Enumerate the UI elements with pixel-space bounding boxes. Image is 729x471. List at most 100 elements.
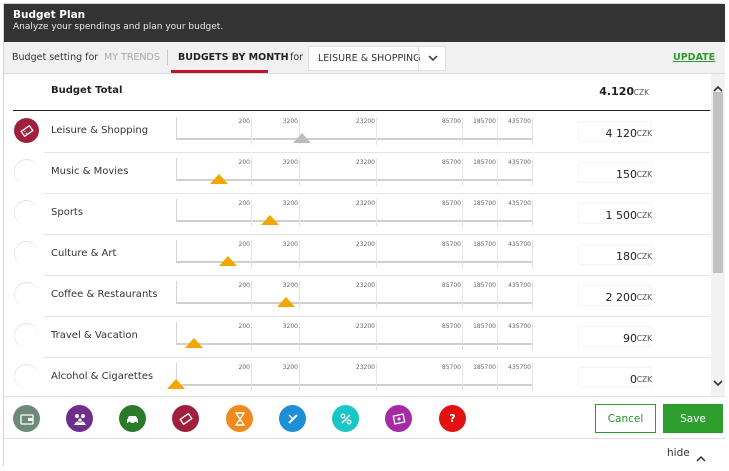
slider-start-tick bbox=[176, 240, 177, 262]
ticket-icon[interactable] bbox=[172, 405, 199, 432]
budget-slider[interactable]: 200 3200 23200 85700 185700 435700 bbox=[176, 276, 533, 317]
slider-tick-label: 85700 bbox=[441, 118, 461, 125]
slider-tick bbox=[376, 117, 377, 145]
slider-start-tick bbox=[176, 281, 177, 303]
slider-tick-label: 3200 bbox=[282, 282, 298, 289]
slider-tick bbox=[462, 158, 463, 186]
slider-tick bbox=[497, 158, 498, 186]
slider-tick bbox=[251, 158, 252, 186]
chevron-down-icon[interactable] bbox=[418, 47, 446, 70]
slider-tick bbox=[462, 363, 463, 391]
wallet-icon[interactable] bbox=[13, 405, 40, 432]
tab-bar: Budget setting for MY TRENDS BUDGETS BY … bbox=[4, 42, 725, 74]
category-icon-placeholder[interactable] bbox=[14, 364, 39, 389]
slider-tick-label: 200 bbox=[238, 282, 250, 289]
slider-tick-label: 23200 bbox=[355, 200, 375, 207]
slider-tick-label: 23200 bbox=[355, 364, 375, 371]
budget-slider[interactable]: 200 3200 23200 85700 185700 435700 bbox=[176, 112, 533, 153]
photo-icon[interactable] bbox=[385, 405, 412, 432]
hide-bar[interactable]: hide bbox=[4, 438, 725, 467]
slider-tick bbox=[462, 281, 463, 309]
slider-track[interactable] bbox=[176, 384, 532, 386]
slider-tick bbox=[251, 240, 252, 268]
slider-tick-label: 185700 bbox=[473, 241, 496, 248]
slider-handle[interactable] bbox=[185, 338, 203, 348]
scrollbar-thumb[interactable] bbox=[713, 92, 723, 273]
slider-tick-label: 435700 bbox=[508, 200, 531, 207]
cancel-button[interactable]: Cancel bbox=[595, 404, 656, 433]
slider-tick-label: 185700 bbox=[473, 364, 496, 371]
chevron-up-icon[interactable] bbox=[696, 448, 706, 467]
budget-slider[interactable]: 200 3200 23200 85700 185700 435700 bbox=[176, 153, 533, 194]
slider-track[interactable] bbox=[176, 302, 532, 304]
help-icon[interactable]: ? bbox=[439, 405, 466, 432]
tab-budgets-by-month[interactable]: BUDGETS BY MONTH bbox=[178, 42, 289, 73]
slider-tick bbox=[497, 322, 498, 350]
category-icon-placeholder[interactable] bbox=[14, 159, 39, 184]
slider-start-tick bbox=[176, 199, 177, 221]
slider-tick-label: 23200 bbox=[355, 241, 375, 248]
slider-track[interactable] bbox=[176, 343, 532, 345]
save-button[interactable]: Save bbox=[663, 404, 723, 433]
category-icon-placeholder[interactable] bbox=[14, 200, 39, 225]
slider-tick bbox=[497, 117, 498, 145]
percent-icon[interactable] bbox=[332, 405, 359, 432]
hide-toggle[interactable]: hide bbox=[667, 447, 690, 459]
category-row: Sports 200 3200 23200 85700 185700 435700 1 5… bbox=[4, 194, 712, 235]
slider-tick-label: 200 bbox=[238, 200, 250, 207]
slider-tick-label: 85700 bbox=[441, 364, 461, 371]
family-icon[interactable] bbox=[66, 405, 93, 432]
slider-handle[interactable] bbox=[261, 215, 279, 225]
category-label: Music & Movies bbox=[51, 166, 129, 177]
slider-handle[interactable] bbox=[167, 379, 185, 389]
slider-tick-label: 85700 bbox=[441, 323, 461, 330]
slider-tick bbox=[532, 363, 533, 391]
budget-slider[interactable]: 200 3200 23200 85700 185700 435700 bbox=[176, 194, 533, 235]
category-label: Coffee & Restaurants bbox=[51, 289, 158, 300]
slider-track[interactable] bbox=[176, 179, 532, 181]
slider-tick bbox=[299, 363, 300, 391]
category-icon-placeholder[interactable] bbox=[14, 282, 39, 307]
slider-tick-label: 3200 bbox=[282, 200, 298, 207]
tools-icon[interactable] bbox=[279, 405, 306, 432]
category-icon-placeholder[interactable] bbox=[14, 241, 39, 266]
update-link[interactable]: UPDATE bbox=[673, 42, 715, 73]
slider-tick bbox=[299, 281, 300, 309]
slider-tick-label: 185700 bbox=[473, 282, 496, 289]
category-icon-placeholder[interactable] bbox=[14, 323, 39, 348]
ticket-icon[interactable] bbox=[14, 118, 39, 143]
budget-slider[interactable]: 200 3200 23200 85700 185700 435700 bbox=[167, 358, 533, 396]
slider-tick-label: 23200 bbox=[355, 323, 375, 330]
slider-track[interactable] bbox=[176, 220, 532, 222]
category-label: Culture & Art bbox=[51, 248, 117, 259]
footer-toolbar: ? Cancel Save bbox=[4, 396, 725, 438]
slider-handle[interactable] bbox=[293, 133, 311, 143]
slider-tick bbox=[532, 281, 533, 309]
scroll-up-icon[interactable] bbox=[711, 78, 725, 92]
slider-tick bbox=[462, 322, 463, 350]
slider-tick-label: 3200 bbox=[282, 241, 298, 248]
slider-handle[interactable] bbox=[277, 297, 295, 307]
car-icon[interactable] bbox=[119, 405, 146, 432]
slider-tick-label: 200 bbox=[238, 118, 250, 125]
category-label: Leisure & Shopping bbox=[51, 125, 149, 136]
slider-tick bbox=[497, 199, 498, 227]
budget-total-currency: CZK bbox=[633, 88, 649, 97]
hourglass-icon[interactable] bbox=[226, 405, 253, 432]
tab-my-trends[interactable]: MY TRENDS bbox=[104, 42, 160, 73]
header: Budget Plan Analyze your spendings and p… bbox=[4, 4, 725, 42]
slider-handle[interactable] bbox=[219, 256, 237, 266]
slider-tick-label: 435700 bbox=[508, 364, 531, 371]
budget-slider[interactable]: 200 3200 23200 85700 185700 435700 bbox=[176, 235, 533, 276]
for-label: for bbox=[290, 52, 304, 63]
vertical-scrollbar[interactable] bbox=[711, 74, 725, 396]
budget-setting-label: Budget setting for bbox=[12, 52, 99, 63]
slider-tick-label: 435700 bbox=[508, 159, 531, 166]
slider-track[interactable] bbox=[176, 138, 532, 140]
slider-tick-label: 200 bbox=[238, 323, 250, 330]
category-select[interactable]: LEISURE & SHOPPING bbox=[308, 46, 446, 71]
budget-slider[interactable]: 200 3200 23200 85700 185700 435700 bbox=[176, 317, 533, 358]
scroll-down-icon[interactable] bbox=[711, 372, 725, 387]
slider-handle[interactable] bbox=[210, 174, 228, 184]
slider-tick bbox=[376, 158, 377, 186]
